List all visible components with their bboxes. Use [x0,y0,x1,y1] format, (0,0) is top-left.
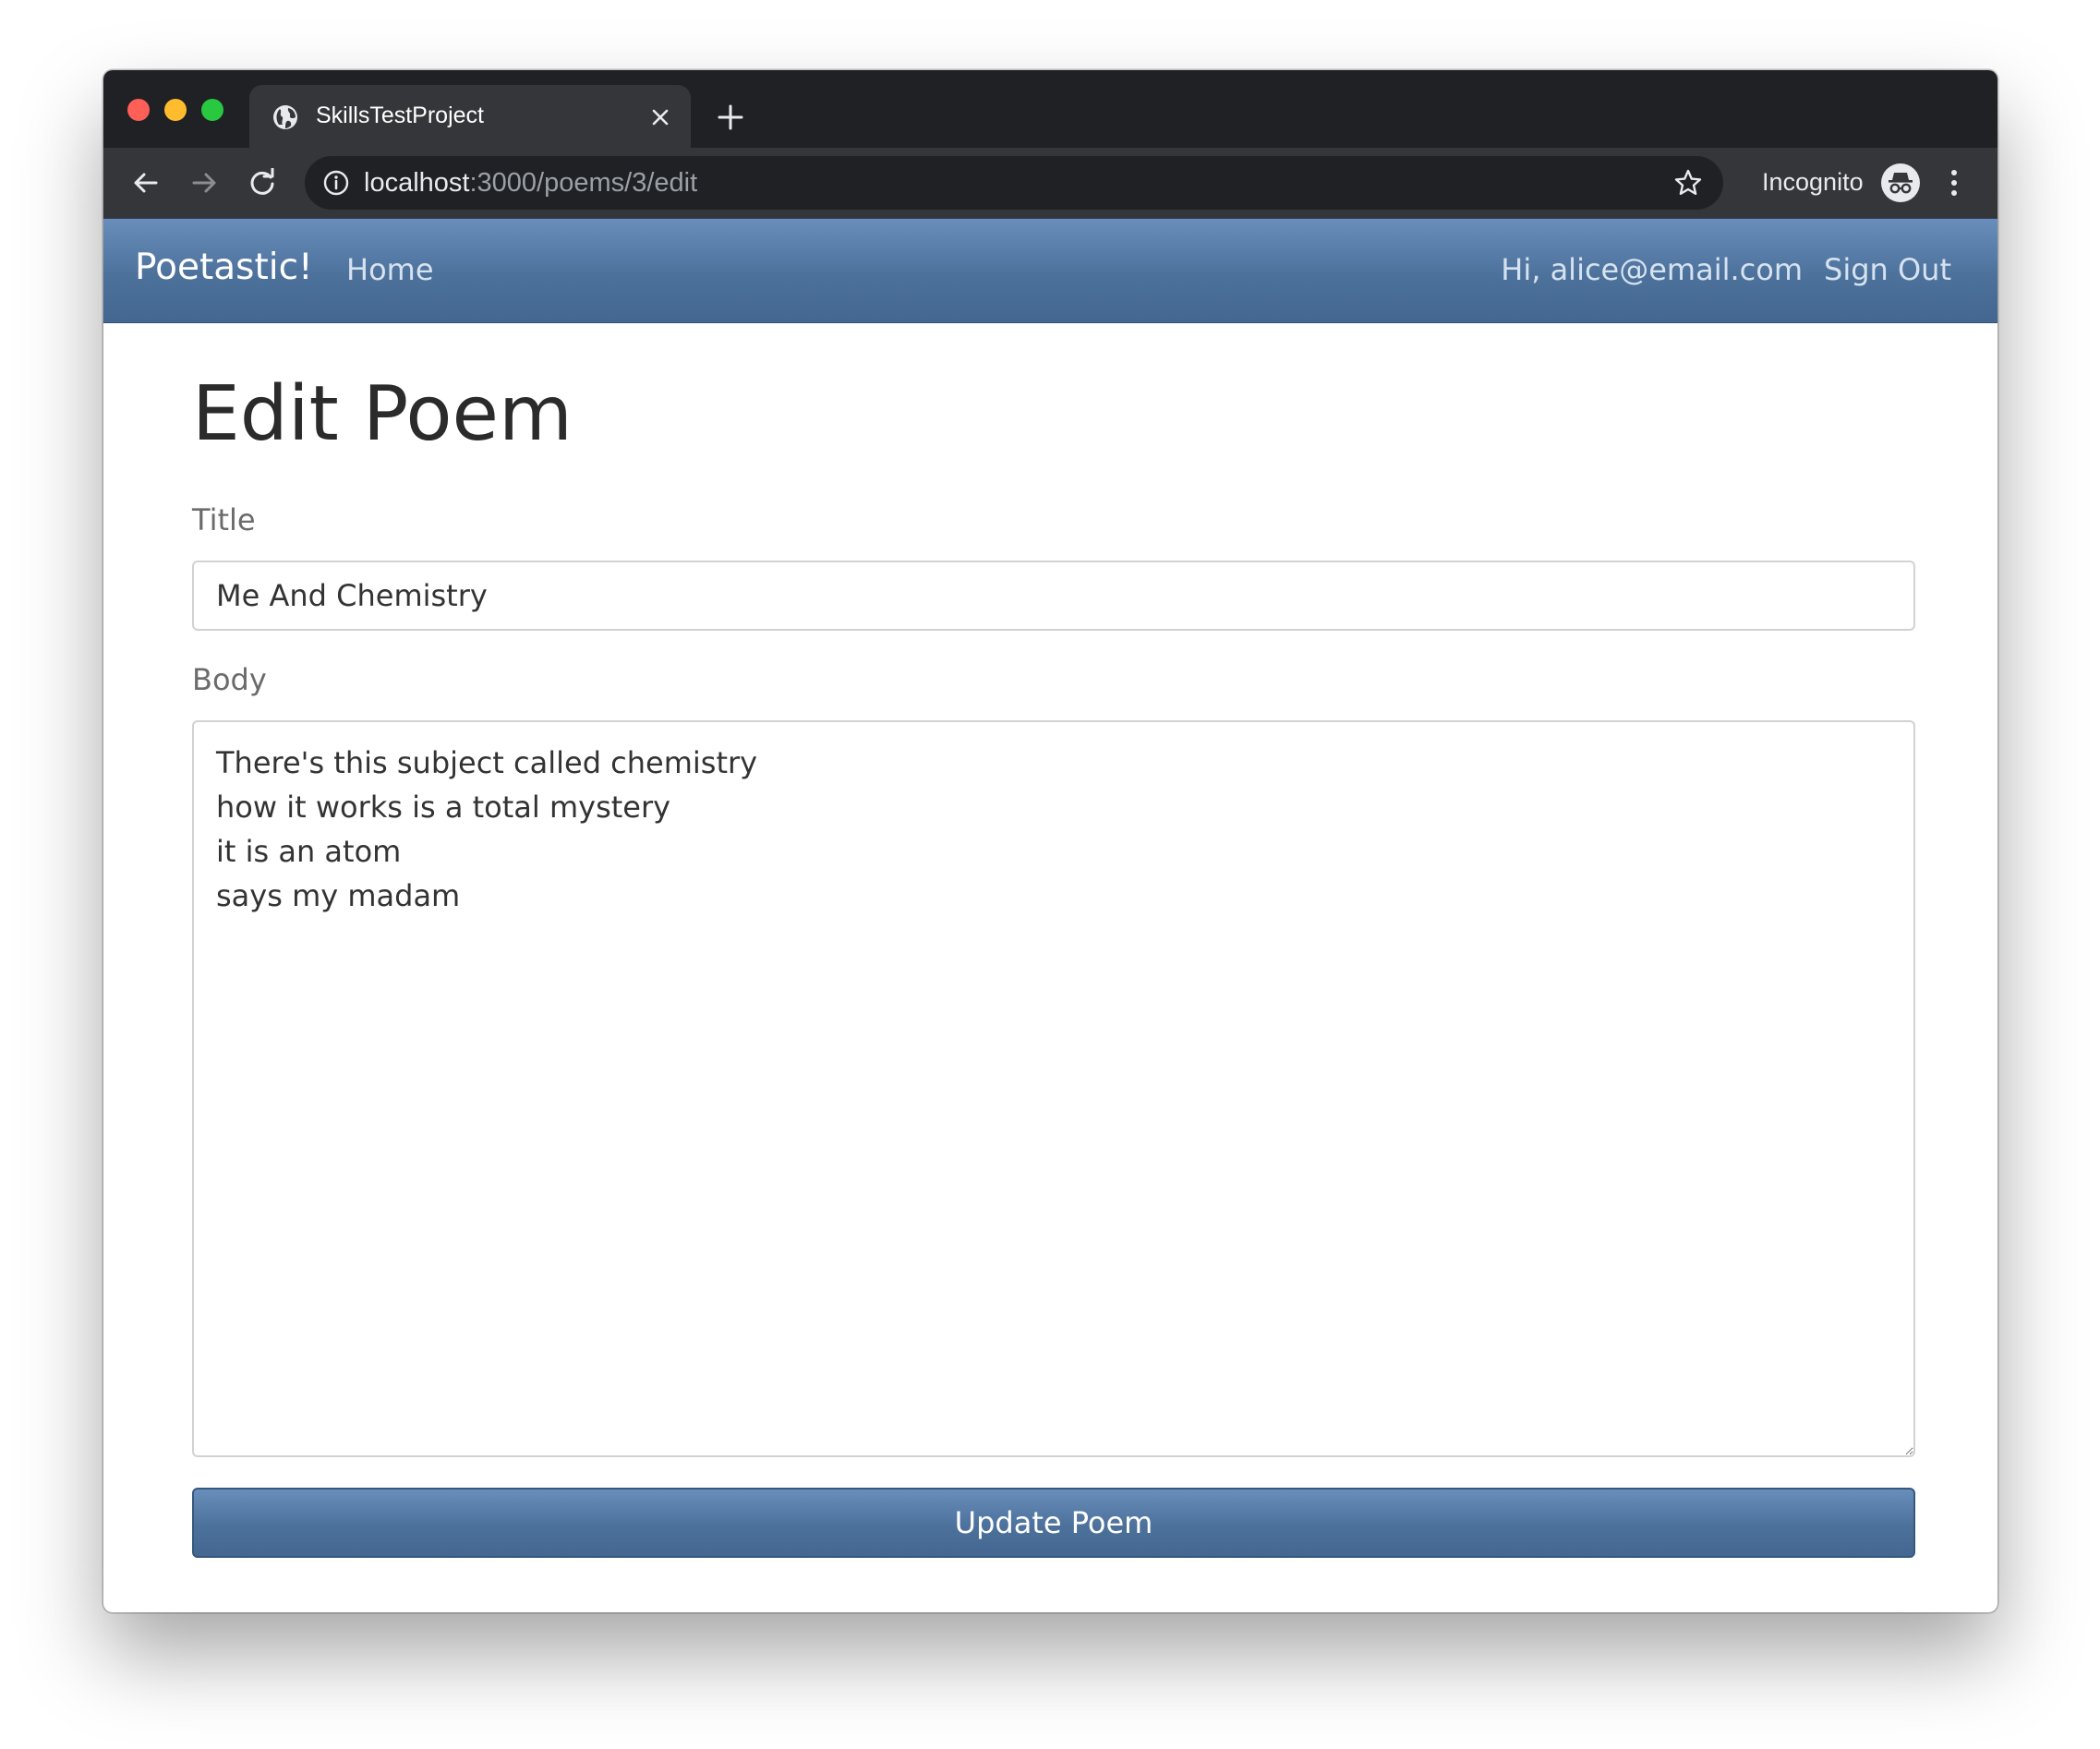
body-textarea[interactable]: There's this subject called chemistry ho… [192,720,1915,1457]
close-window-button[interactable] [127,99,150,121]
tab-title: SkillsTestProject [316,103,484,128]
maximize-window-button[interactable] [201,99,223,121]
title-input[interactable] [192,561,1915,631]
url-text[interactable]: localhost:3000/poems/3/edit [364,168,697,199]
page-title: Edit Poem [192,370,573,458]
plus-icon[interactable] [717,103,744,131]
site-navbar: Poetastic! Home Hi, alice@email.com Sign… [103,218,1997,323]
brand-link[interactable]: Poetastic! [135,247,313,288]
incognito-icon[interactable] [1881,163,1920,202]
nav-home-link[interactable]: Home [346,252,434,287]
tab-strip: SkillsTestProject [103,70,1997,148]
forward-arrow-icon[interactable] [189,168,219,198]
profile-label: Incognito [1762,168,1864,196]
update-poem-button[interactable]: Update Poem [192,1488,1915,1558]
back-arrow-icon[interactable] [131,168,161,198]
browser-tab[interactable]: SkillsTestProject [249,85,691,148]
sign-out-link[interactable]: Sign Out [1824,252,1951,287]
browser-toolbar: localhost:3000/poems/3/edit Incognito [103,148,1997,218]
info-icon[interactable] [323,170,349,196]
body-label: Body [192,662,267,697]
star-icon[interactable] [1673,168,1703,198]
url-host: localhost [364,168,470,198]
title-label: Title [192,502,256,537]
address-bar[interactable]: localhost:3000/poems/3/edit [305,156,1723,210]
reload-icon[interactable] [247,168,277,198]
url-path: :3000/poems/3/edit [469,168,698,198]
minimize-window-button[interactable] [164,99,187,121]
browser-window: SkillsTestProject localhost:3000/poems/3… [103,70,1997,1612]
kebab-menu-icon[interactable] [1949,168,1960,198]
globe-icon [273,105,297,129]
user-greeting: Hi, alice@email.com [1501,252,1803,287]
close-icon[interactable] [648,105,672,129]
